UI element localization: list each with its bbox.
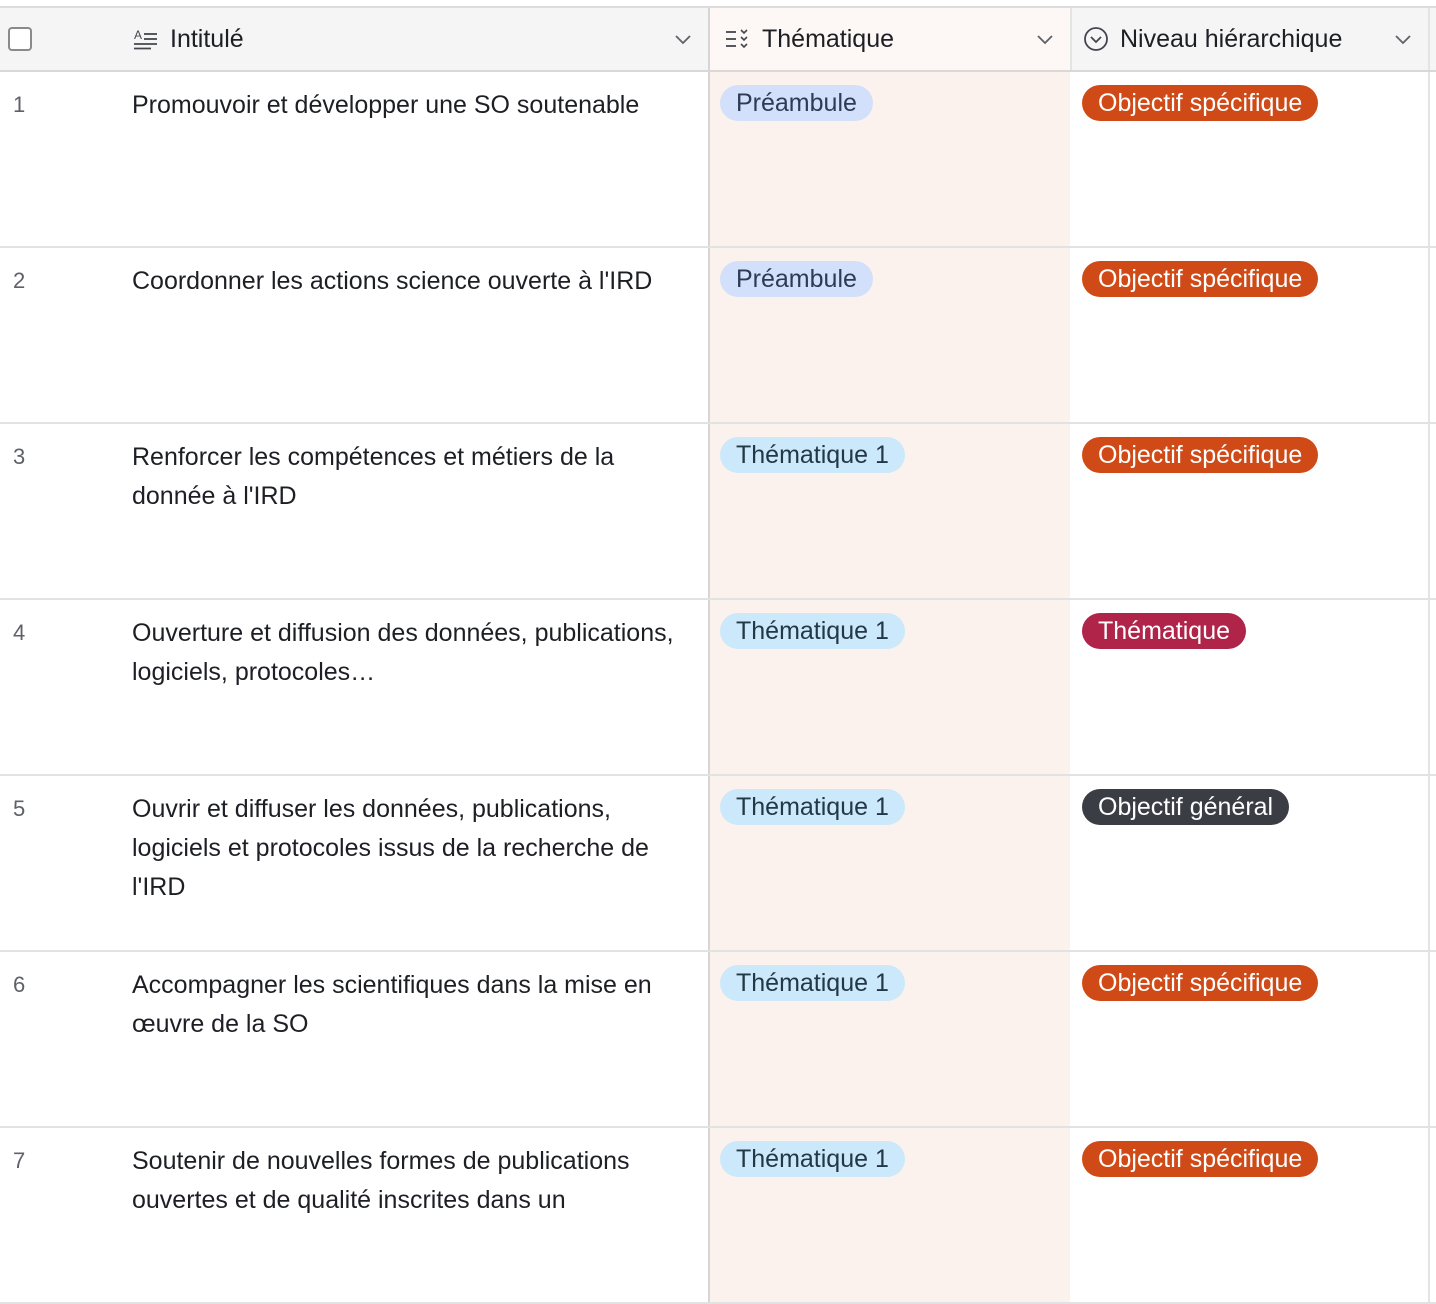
row-number: 4: [13, 620, 26, 645]
niveau-cell[interactable]: Objectif spécifique: [1070, 72, 1430, 246]
single-select-icon: [1082, 25, 1110, 53]
table-header: A Intitulé Thématique Niveau hiérarchiqu…: [0, 8, 1436, 72]
row-number-cell[interactable]: 4: [0, 600, 110, 774]
niveau-cell[interactable]: Objectif spécifique: [1070, 952, 1430, 1126]
intitule-cell[interactable]: Soutenir de nouvelles formes de publicat…: [110, 1128, 708, 1302]
intitule-cell[interactable]: Accompagner les scientifiques dans la mi…: [110, 952, 708, 1126]
niveau-cell[interactable]: Objectif général: [1070, 776, 1430, 950]
thematique-pill: Thématique 1: [720, 965, 905, 1001]
niveau-pill: Objectif général: [1082, 789, 1290, 825]
thematique-cell[interactable]: Thématique 1: [708, 600, 1070, 774]
thematique-cell[interactable]: Thématique 1: [708, 424, 1070, 598]
table-row[interactable]: 1 Promouvoir et développer une SO soutena…: [0, 72, 1436, 248]
table-row[interactable]: 6 Accompagner les scientifiques dans la m…: [0, 952, 1436, 1128]
table-row[interactable]: 3 Renforcer les compétences et métiers de…: [0, 424, 1436, 600]
row-number: 1: [13, 92, 26, 117]
niveau-pill: Objectif spécifique: [1082, 965, 1319, 1001]
table-row[interactable]: 4 Ouverture et diffusion des données, pub…: [0, 600, 1436, 776]
column-header-thematique[interactable]: Thématique: [708, 8, 1072, 70]
row-number-cell[interactable]: 5: [0, 776, 110, 950]
intitule-text: Ouverture et diffusion des données, publ…: [132, 619, 674, 686]
column-label-thematique: Thématique: [762, 24, 895, 53]
thematique-pill: Thématique 1: [720, 789, 905, 825]
thematique-pill: Préambule: [720, 261, 873, 297]
intitule-text: Promouvoir et développer une SO soutenab…: [132, 91, 640, 119]
chevron-down-icon[interactable]: [1036, 30, 1054, 48]
chevron-down-icon[interactable]: [1394, 30, 1412, 48]
intitule-text: Accompagner les scientifiques dans la mi…: [132, 971, 652, 1038]
table-row[interactable]: 5 Ouvrir et diffuser les données, publica…: [0, 776, 1436, 952]
chevron-down-icon[interactable]: [674, 30, 692, 48]
niveau-pill: Objectif spécifique: [1082, 261, 1319, 297]
niveau-cell[interactable]: Thématique: [1070, 600, 1430, 774]
niveau-pill: Objectif spécifique: [1082, 437, 1319, 473]
intitule-cell[interactable]: Coordonner les actions science ouverte à…: [110, 248, 708, 422]
intitule-cell[interactable]: Renforcer les compétences et métiers de …: [110, 424, 708, 598]
thematique-pill: Préambule: [720, 85, 873, 121]
column-label-intitule: Intitulé: [170, 24, 244, 53]
thematique-pill: Thématique 1: [720, 437, 905, 473]
thematique-cell[interactable]: Thématique 1: [708, 776, 1070, 950]
niveau-cell[interactable]: Objectif spécifique: [1070, 424, 1430, 598]
select-all-checkbox[interactable]: [8, 27, 32, 51]
row-number-cell[interactable]: 3: [0, 424, 110, 598]
intitule-cell[interactable]: Ouvrir et diffuser les données, publicat…: [110, 776, 708, 950]
column-header-next[interactable]: [1430, 8, 1436, 70]
intitule-text: Ouvrir et diffuser les données, publicat…: [132, 795, 649, 901]
table-row[interactable]: 7 Soutenir de nouvelles formes de publica…: [0, 1128, 1436, 1304]
thematique-pill: Thématique 1: [720, 613, 905, 649]
niveau-cell[interactable]: Objectif spécifique: [1070, 248, 1430, 422]
thematique-cell[interactable]: Préambule: [708, 248, 1070, 422]
thematique-cell[interactable]: Préambule: [708, 72, 1070, 246]
niveau-pill: Objectif spécifique: [1082, 85, 1319, 121]
row-number: 5: [13, 796, 26, 821]
row-number: 2: [13, 268, 26, 293]
column-label-niveau: Niveau hiérarchique: [1120, 24, 1343, 53]
niveau-cell[interactable]: Objectif spécifique: [1070, 1128, 1430, 1302]
row-number: 6: [13, 972, 26, 997]
row-number-cell[interactable]: 1: [0, 72, 110, 246]
intitule-cell[interactable]: Ouverture et diffusion des données, publ…: [110, 600, 708, 774]
row-number-cell[interactable]: 7: [0, 1128, 110, 1302]
row-number-cell[interactable]: 2: [0, 248, 110, 422]
multi-select-icon: [724, 25, 752, 53]
top-border: [0, 0, 1436, 8]
long-text-icon: A: [132, 25, 160, 53]
intitule-text: Renforcer les compétences et métiers de …: [132, 443, 615, 510]
column-header-intitule[interactable]: A Intitulé: [110, 8, 708, 70]
thematique-cell[interactable]: Thématique 1: [708, 952, 1070, 1126]
table-row[interactable]: 2 Coordonner les actions science ouverte …: [0, 248, 1436, 424]
svg-text:A: A: [134, 28, 142, 42]
row-number: 3: [13, 444, 26, 469]
niveau-pill: Thématique: [1082, 613, 1247, 649]
row-number: 7: [13, 1148, 26, 1173]
niveau-pill: Objectif spécifique: [1082, 1141, 1319, 1177]
row-number-cell[interactable]: 6: [0, 952, 110, 1126]
header-select-all-cell: [0, 8, 110, 70]
intitule-cell[interactable]: Promouvoir et développer une SO soutenab…: [110, 72, 708, 246]
thematique-pill: Thématique 1: [720, 1141, 905, 1177]
intitule-text: Soutenir de nouvelles formes de publicat…: [132, 1147, 630, 1214]
column-header-niveau[interactable]: Niveau hiérarchique: [1070, 8, 1430, 70]
intitule-text: Coordonner les actions science ouverte à…: [132, 267, 653, 295]
thematique-cell[interactable]: Thématique 1: [708, 1128, 1070, 1302]
